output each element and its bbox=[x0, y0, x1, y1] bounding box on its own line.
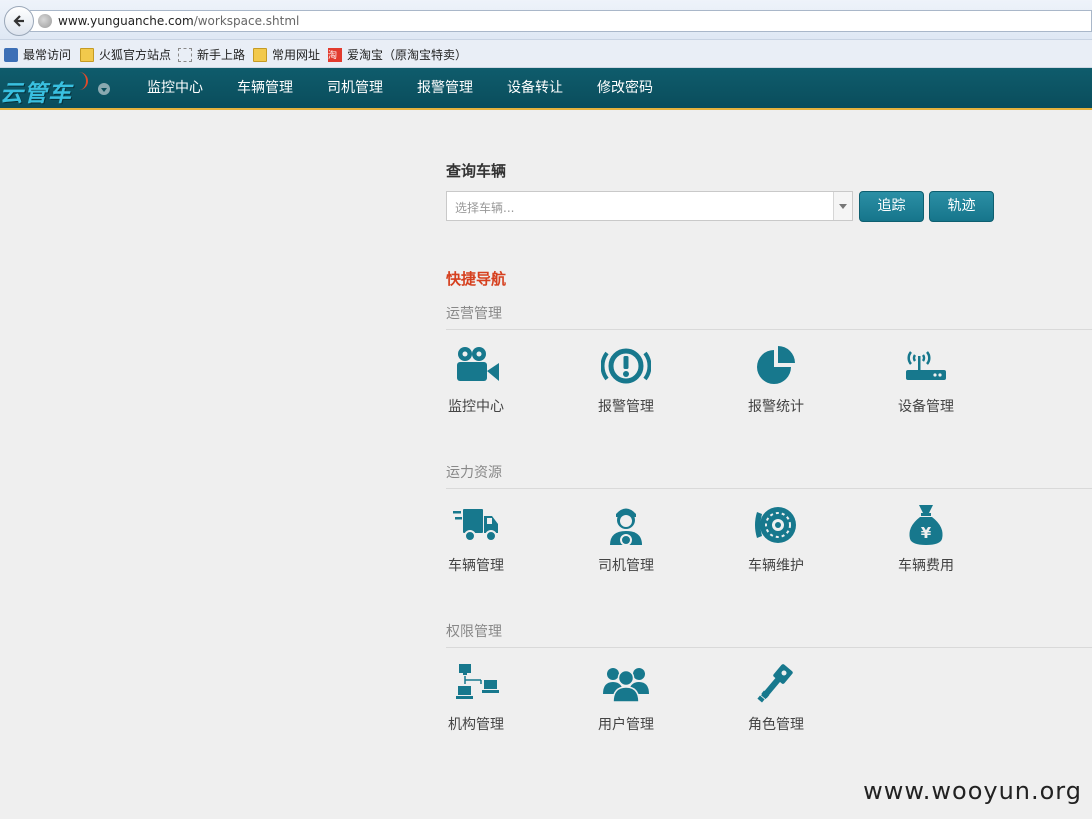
tile-label: 车辆费用 bbox=[898, 558, 954, 574]
trail-button[interactable]: 轨迹 bbox=[929, 191, 994, 222]
alarm-exclamation-icon bbox=[601, 348, 651, 384]
tile-vehicle-management[interactable]: 车辆管理 bbox=[446, 503, 506, 575]
section-title: 权限管理 bbox=[446, 621, 1092, 648]
video-camera-icon bbox=[457, 347, 499, 381]
pie-chart-icon bbox=[757, 346, 795, 384]
tile-label: 车辆管理 bbox=[448, 558, 504, 574]
tile-organization-management[interactable]: 机构管理 bbox=[446, 662, 506, 734]
bookmark-star-icon bbox=[4, 47, 18, 62]
svg-text:¥: ¥ bbox=[921, 524, 932, 542]
tile-label: 报警统计 bbox=[748, 399, 804, 415]
query-vehicle-title: 查询车辆 bbox=[446, 162, 507, 180]
tile-user-management[interactable]: 用户管理 bbox=[596, 662, 656, 734]
users-group-icon bbox=[603, 668, 649, 703]
nav-vehicle-management[interactable]: 车辆管理 bbox=[220, 68, 310, 108]
vehicle-select-placeholder: 选择车辆... bbox=[455, 201, 515, 215]
nav-monitor-center[interactable]: 监控中心 bbox=[130, 68, 220, 108]
brake-disc-icon bbox=[755, 507, 796, 543]
main-nav: 监控中心 车辆管理 司机管理 报警管理 设备转让 修改密码 bbox=[130, 68, 670, 108]
address-bar[interactable]: www.yunguanche.com/workspace.shtml bbox=[30, 10, 1092, 32]
tile-device-management[interactable]: 设备管理 bbox=[896, 344, 956, 416]
organization-network-icon bbox=[456, 664, 499, 699]
bookmark-firefox-site[interactable]: 火狐官方站点 bbox=[80, 46, 171, 63]
nav-alarm-management[interactable]: 报警管理 bbox=[400, 68, 490, 108]
bookmark-getting-started[interactable]: 新手上路 bbox=[178, 46, 245, 63]
browser-toolbar: www.yunguanche.com/workspace.shtml bbox=[0, 0, 1092, 40]
tile-label: 机构管理 bbox=[448, 717, 504, 733]
nav-change-password[interactable]: 修改密码 bbox=[580, 68, 670, 108]
signal-wave-icon bbox=[74, 72, 88, 90]
tile-monitor-center[interactable]: 监控中心 bbox=[446, 344, 506, 416]
section-title: 运营管理 bbox=[446, 303, 1092, 330]
tile-label: 角色管理 bbox=[748, 717, 804, 733]
truck-icon bbox=[453, 509, 498, 542]
tile-label: 车辆维护 bbox=[748, 558, 804, 574]
dropdown-arrow-icon[interactable] bbox=[833, 192, 852, 220]
section-title: 运力资源 bbox=[446, 462, 1092, 489]
app-nav-bar: 云管车 监控中心 车辆管理 司机管理 报警管理 设备转让 修改密码 bbox=[0, 68, 1092, 110]
tile-label: 监控中心 bbox=[448, 399, 504, 415]
tile-vehicle-expenses[interactable]: ¥ 车辆费用 bbox=[896, 503, 956, 575]
dashed-page-icon bbox=[178, 47, 192, 62]
bookmarks-toolbar: 最常访问 火狐官方站点 新手上路 常用网址 淘爱淘宝（原淘宝特卖） bbox=[0, 40, 1092, 68]
tile-label: 司机管理 bbox=[598, 558, 654, 574]
tile-label: 设备管理 bbox=[898, 399, 954, 415]
nav-driver-management[interactable]: 司机管理 bbox=[310, 68, 400, 108]
folder-icon bbox=[80, 47, 94, 62]
bookmark-aitaobao[interactable]: 淘爱淘宝（原淘宝特卖） bbox=[328, 46, 467, 63]
chevron-down-icon[interactable] bbox=[98, 83, 110, 95]
tile-label: 报警管理 bbox=[598, 399, 654, 415]
bookmark-most-visited[interactable]: 最常访问 bbox=[4, 46, 71, 63]
tile-driver-management[interactable]: 司机管理 bbox=[596, 503, 656, 575]
watermark: www.wooyun.org bbox=[863, 777, 1082, 805]
section-permissions: 权限管理 机构管理 用户管理 角色管理 bbox=[446, 621, 1092, 758]
nav-device-transfer[interactable]: 设备转让 bbox=[490, 68, 580, 108]
tile-alarm-management[interactable]: 报警管理 bbox=[596, 344, 656, 416]
vehicle-select[interactable]: 选择车辆... bbox=[446, 191, 853, 221]
tile-vehicle-maintenance[interactable]: 车辆维护 bbox=[746, 503, 806, 575]
key-icon bbox=[757, 664, 793, 703]
back-button[interactable] bbox=[4, 6, 34, 36]
tile-role-management[interactable]: 角色管理 bbox=[746, 662, 806, 734]
url-text: www.yunguanche.com/workspace.shtml bbox=[58, 14, 300, 28]
driver-icon bbox=[610, 508, 642, 546]
section-operations: 运营管理 监控中心 报警管理 报警统计 设备管理 bbox=[446, 303, 1092, 440]
section-capacity-resources: 运力资源 车辆管理 司机管理 车辆维护 ¥ 车辆费用 bbox=[446, 462, 1092, 599]
tile-label: 用户管理 bbox=[598, 717, 654, 733]
bookmark-common-sites[interactable]: 常用网址 bbox=[253, 46, 320, 63]
tile-alarm-statistics[interactable]: 报警统计 bbox=[746, 344, 806, 416]
track-button[interactable]: 追踪 bbox=[859, 191, 924, 222]
back-arrow-icon bbox=[13, 15, 24, 27]
globe-icon bbox=[38, 14, 52, 28]
quick-nav-title: 快捷导航 bbox=[446, 270, 507, 288]
taobao-icon: 淘 bbox=[328, 47, 342, 62]
money-bag-icon: ¥ bbox=[909, 505, 943, 545]
router-device-icon bbox=[906, 351, 946, 380]
app-logo[interactable]: 云管车 bbox=[0, 74, 72, 108]
folder-icon bbox=[253, 47, 267, 62]
